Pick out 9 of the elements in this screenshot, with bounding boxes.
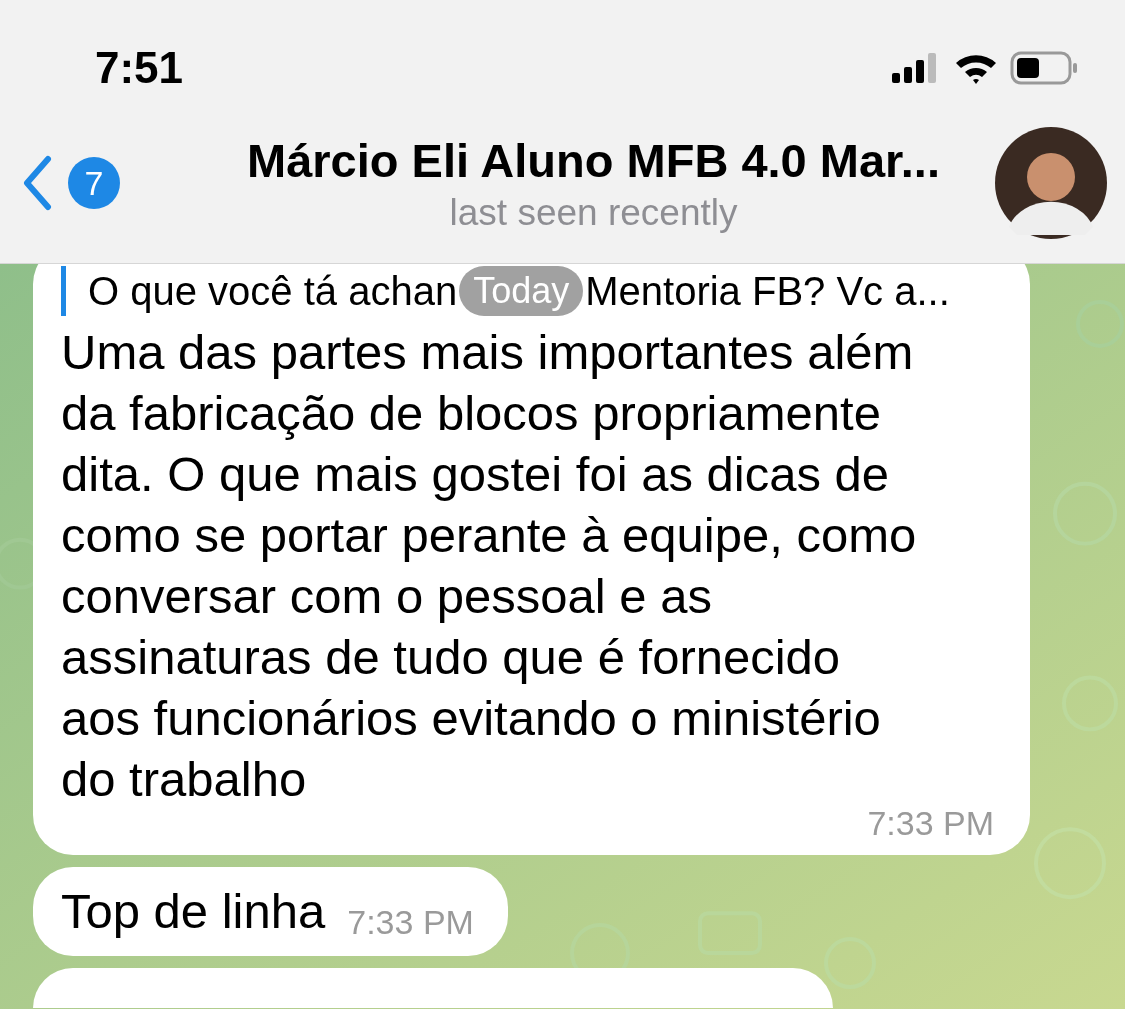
message-text: Top de linha bbox=[61, 883, 326, 940]
last-seen-status: last seen recently bbox=[449, 191, 738, 234]
date-pill: Today bbox=[459, 266, 584, 316]
quote-text: Mentoria FB? Vc a... bbox=[585, 268, 950, 314]
unread-badge: 7 bbox=[68, 157, 120, 209]
quote-text: O que você tá achan bbox=[88, 268, 458, 314]
message-time: 7:33 PM bbox=[347, 903, 474, 942]
chat-title: Márcio Eli Aluno MFB 4.0 Mar... bbox=[247, 132, 940, 188]
status-time: 7:51 bbox=[95, 42, 184, 93]
